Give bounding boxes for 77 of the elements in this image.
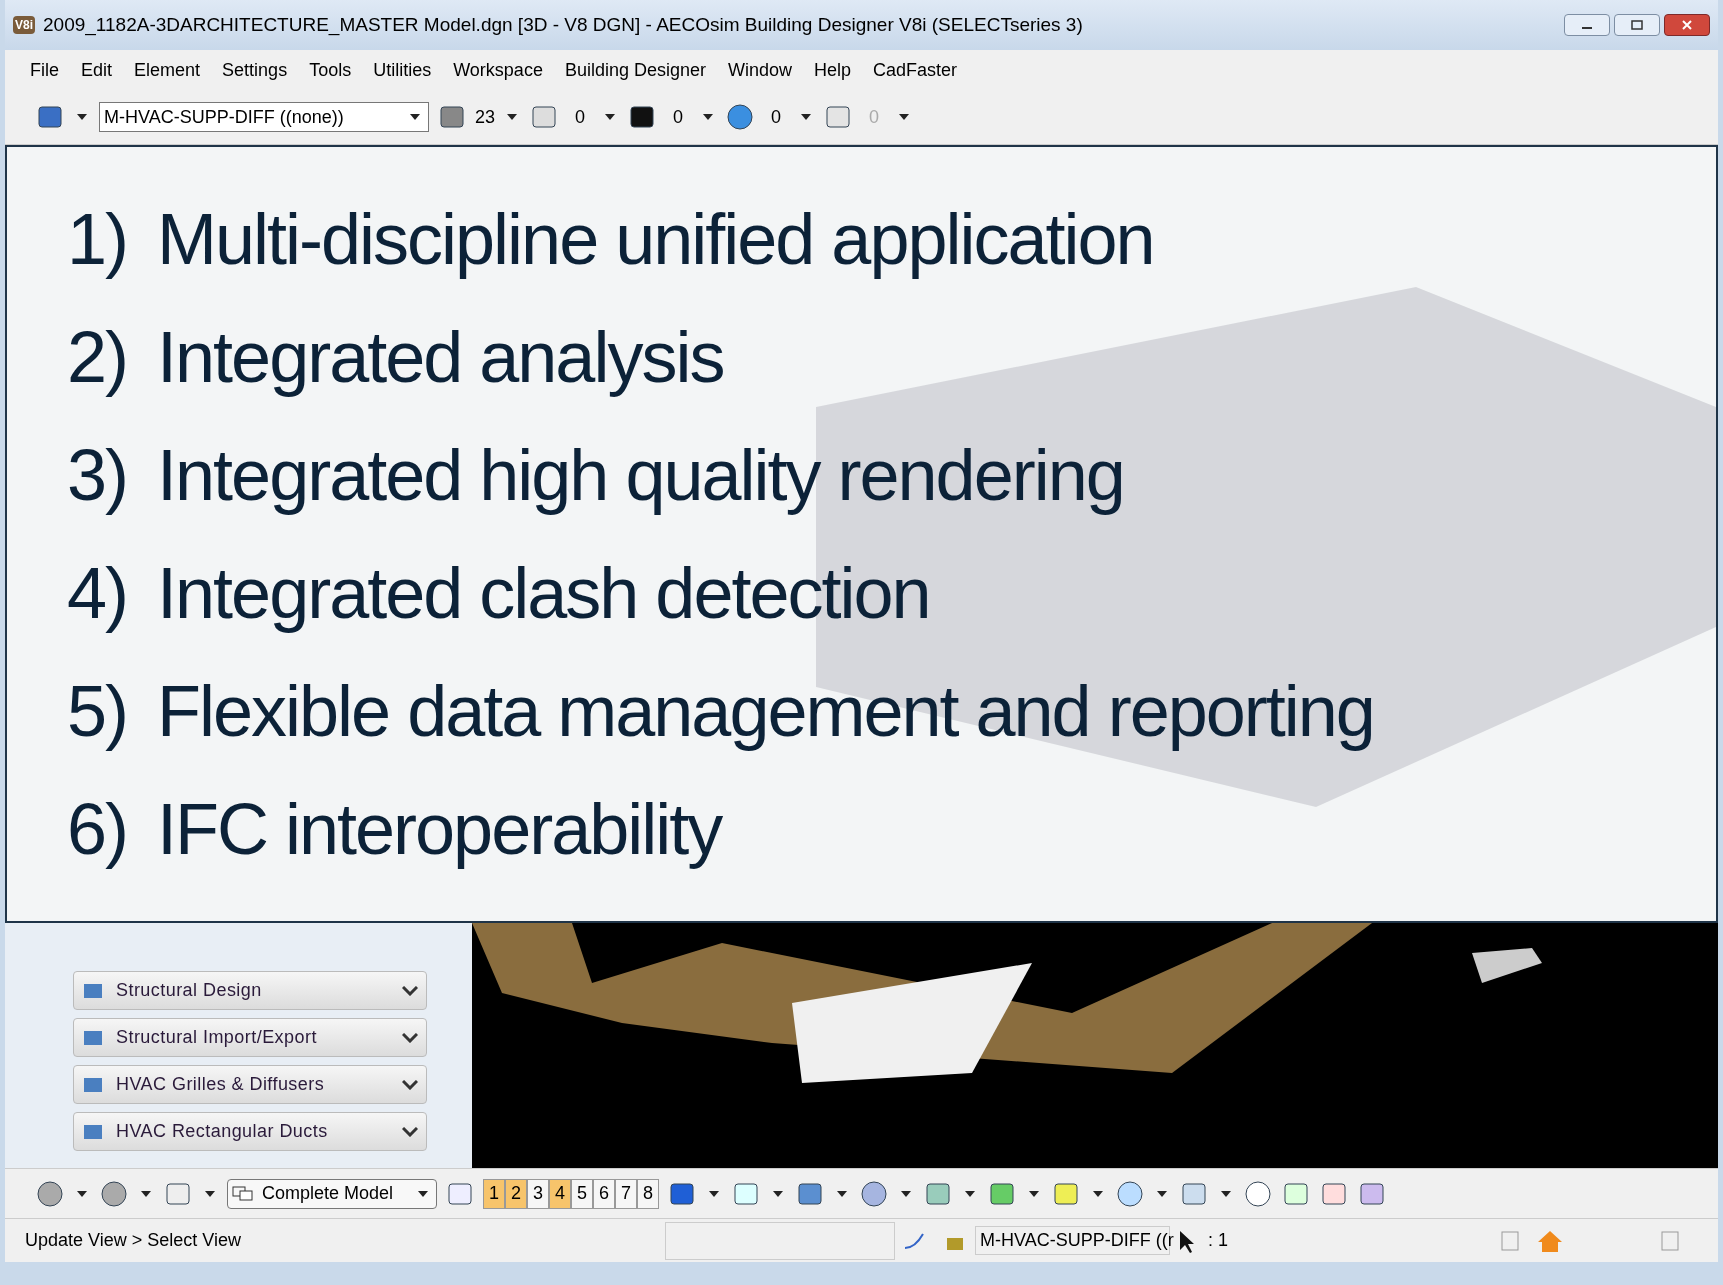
minimize-button[interactable]	[1564, 14, 1610, 36]
feature-text: Integrated high quality rendering	[157, 434, 1124, 517]
dropdown-caret-icon[interactable]	[507, 114, 518, 120]
menu-item[interactable]: Window	[728, 56, 792, 84]
dropdown-caret-icon[interactable]	[418, 1190, 428, 1197]
menu-item[interactable]: Building Designer	[564, 56, 706, 84]
line-style-value: 0	[574, 105, 587, 129]
dropdown-caret-icon[interactable]	[605, 114, 616, 120]
feature-text: Integrated analysis	[157, 316, 724, 399]
view-toggle[interactable]: 6	[593, 1178, 615, 1209]
priority-value: 0	[868, 105, 881, 129]
list-number: 2)	[67, 316, 128, 399]
feature-text: Flexible data management and reporting	[157, 670, 1374, 753]
dropdown-caret-icon[interactable]	[410, 114, 420, 120]
view-toggle[interactable]: 8	[637, 1178, 659, 1209]
task-group-header[interactable]: Structural Import/Export	[73, 1018, 427, 1057]
chevron-down-icon	[402, 985, 418, 996]
chevron-down-icon	[402, 1032, 418, 1043]
dropdown-caret-icon[interactable]	[1157, 1190, 1167, 1197]
views-icon	[232, 1185, 254, 1202]
task-group-header[interactable]: HVAC Rectangular Ducts	[73, 1112, 427, 1151]
view-toggle[interactable]: 4	[549, 1178, 571, 1209]
chevron-down-icon	[402, 1126, 418, 1137]
menu-item[interactable]: Help	[814, 56, 852, 84]
list-number: 1)	[67, 198, 128, 281]
task-group-header[interactable]: HVAC Grilles & Diffusers	[73, 1065, 427, 1104]
maximize-button[interactable]	[1614, 14, 1660, 36]
view-toggle[interactable]: 1	[483, 1178, 505, 1209]
dropdown-caret-icon[interactable]	[77, 114, 87, 120]
close-button[interactable]	[1664, 14, 1710, 36]
close-icon	[1681, 20, 1693, 30]
window-title: 2009_1182A-3DARCHITECTURE_MASTER Model.dgn [3D - V8 DGN] - AECOsim Building Designer V8i (SELECTseries 3)	[43, 12, 1083, 38]
list-number: 3)	[67, 434, 128, 517]
dropdown-caret-icon[interactable]	[837, 1190, 847, 1197]
dropdown-caret-icon[interactable]	[1221, 1190, 1231, 1197]
dropdown-caret-icon[interactable]	[709, 1190, 719, 1197]
dropdown-caret-icon[interactable]	[77, 1190, 87, 1197]
color-value: 23	[475, 105, 496, 129]
menu-item[interactable]: Tools	[309, 56, 352, 84]
minimize-icon	[1582, 27, 1592, 29]
view-toggle[interactable]: 7	[615, 1178, 637, 1209]
list-number: 6)	[67, 788, 128, 871]
dropdown-caret-icon[interactable]	[801, 114, 812, 120]
list-number: 4)	[67, 552, 128, 635]
dropdown-caret-icon[interactable]	[901, 1190, 911, 1197]
dropdown-caret-icon[interactable]	[205, 1190, 215, 1197]
maximize-icon	[1631, 20, 1643, 30]
status-message: Update View > Select View	[24, 1229, 242, 1252]
feature-text: IFC interoperability	[157, 788, 722, 871]
app-logo: V8i	[13, 16, 35, 34]
transparency-value: 0	[770, 105, 783, 129]
menu-item[interactable]: File	[30, 56, 59, 84]
selection-count: : 1	[1207, 1229, 1229, 1252]
chevron-down-icon	[402, 1079, 418, 1090]
dropdown-caret-icon[interactable]	[965, 1190, 975, 1197]
task-group-header[interactable]: Structural Design	[73, 971, 427, 1010]
view-toggle[interactable]: 3	[527, 1178, 549, 1209]
view-toggle[interactable]: 5	[571, 1178, 593, 1209]
dropdown-caret-icon[interactable]	[773, 1190, 783, 1197]
dropdown-caret-icon[interactable]	[141, 1190, 151, 1197]
menu-item[interactable]: Settings	[222, 56, 288, 84]
view-toggle[interactable]: 2	[505, 1178, 527, 1209]
line-weight-value: 0	[672, 105, 685, 129]
menu-item[interactable]: Element	[134, 56, 201, 84]
feature-text: Integrated clash detection	[157, 552, 930, 635]
dropdown-caret-icon[interactable]	[899, 114, 910, 120]
level-dropdown[interactable]: M-HVAC-SUPP-DIFF ((none))	[99, 102, 429, 132]
dropdown-caret-icon[interactable]	[1093, 1190, 1103, 1197]
menu-item[interactable]: Workspace	[453, 56, 543, 84]
dropdown-caret-icon[interactable]	[1029, 1190, 1039, 1197]
dropdown-caret-icon[interactable]	[703, 114, 714, 120]
view-dropdown[interactable]: Complete Model	[227, 1178, 437, 1209]
menu-item[interactable]: Edit	[81, 56, 113, 84]
menu-item[interactable]: CadFaster	[873, 56, 958, 84]
menu-item[interactable]: Utilities	[373, 56, 432, 84]
list-number: 5)	[67, 670, 128, 753]
feature-text: Multi-discipline unified application	[157, 198, 1154, 281]
